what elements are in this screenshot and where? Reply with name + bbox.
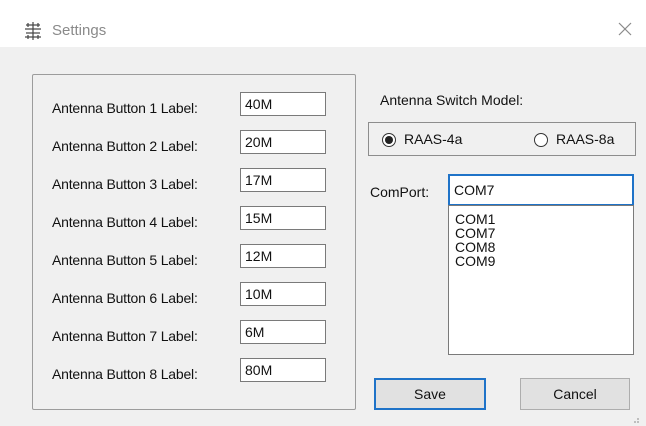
antenna-3-input[interactable]: 17M <box>240 168 326 192</box>
antenna-4-label: Antenna Button 4 Label: <box>52 214 198 230</box>
antenna-7-label: Antenna Button 7 Label: <box>52 328 198 344</box>
comport-combobox[interactable]: COM7 <box>448 174 634 206</box>
antenna-5-label: Antenna Button 5 Label: <box>52 252 198 268</box>
comport-option[interactable]: COM9 <box>455 254 495 268</box>
raas-4a-label[interactable]: RAAS-4a <box>404 131 462 147</box>
comport-list[interactable]: COM1 COM7 COM8 COM9 <box>448 205 634 355</box>
settings-window: Settings Antenna Button 1 Label: 40M Ant… <box>0 0 646 426</box>
antenna-6-label: Antenna Button 6 Label: <box>52 290 198 306</box>
cancel-button[interactable]: Cancel <box>520 378 630 410</box>
settings-app-icon <box>25 22 41 40</box>
window-title: Settings <box>52 22 107 39</box>
antenna-8-label: Antenna Button 8 Label: <box>52 366 198 382</box>
save-button[interactable]: Save <box>374 378 486 410</box>
antenna-1-input[interactable]: 40M <box>240 92 326 116</box>
comport-option[interactable]: COM7 <box>455 226 495 240</box>
radio-selected-dot <box>385 136 393 144</box>
antenna-1-label: Antenna Button 1 Label: <box>52 100 198 116</box>
comport-label: ComPort: <box>370 184 430 200</box>
antenna-5-input[interactable]: 12M <box>240 244 326 268</box>
antenna-2-label: Antenna Button 2 Label: <box>52 138 198 154</box>
raas-4a-radio[interactable] <box>382 133 396 147</box>
close-icon[interactable] <box>616 20 634 38</box>
antenna-2-input[interactable]: 20M <box>240 130 326 154</box>
antenna-4-input[interactable]: 15M <box>240 206 326 230</box>
antenna-6-input[interactable]: 10M <box>240 282 326 306</box>
antenna-8-input[interactable]: 80M <box>240 358 326 382</box>
comport-option[interactable]: COM8 <box>455 240 495 254</box>
comport-option[interactable]: COM1 <box>455 212 495 226</box>
resize-grip-icon[interactable] <box>630 414 640 424</box>
antenna-7-input[interactable]: 6M <box>240 320 326 344</box>
title-bar: Settings <box>0 0 646 47</box>
raas-8a-radio[interactable] <box>534 133 548 147</box>
switch-model-label: Antenna Switch Model: <box>380 92 524 108</box>
raas-8a-label[interactable]: RAAS-8a <box>556 131 614 147</box>
antenna-3-label: Antenna Button 3 Label: <box>52 176 198 192</box>
